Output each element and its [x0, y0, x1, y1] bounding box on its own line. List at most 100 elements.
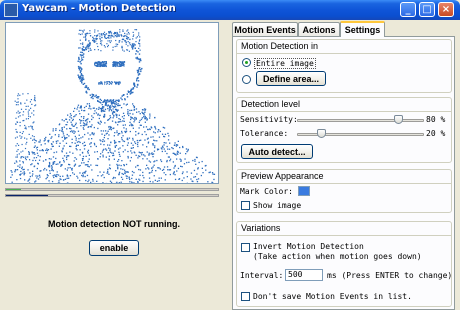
motion-dot: [131, 177, 133, 180]
motion-dot: [33, 157, 35, 159]
motion-dot: [91, 132, 93, 134]
motion-dot: [69, 145, 71, 147]
motion-dot: [56, 171, 58, 173]
motion-dot: [22, 150, 24, 152]
interval-input[interactable]: 500: [285, 269, 323, 281]
motion-dot: [17, 116, 20, 118]
minimize-button[interactable]: _: [400, 2, 416, 17]
motion-dot: [185, 148, 188, 150]
motion-dot: [116, 35, 118, 38]
motion-dot: [94, 62, 96, 64]
motion-dot: [45, 159, 47, 161]
motion-dot: [22, 131, 24, 133]
motion-dot: [101, 36, 103, 39]
motion-dot: [77, 60, 79, 62]
motion-dot: [190, 178, 192, 180]
motion-dot: [93, 126, 95, 129]
motion-dot: [121, 95, 123, 97]
motion-dot: [107, 107, 109, 110]
motion-dot: [83, 116, 85, 118]
motion-dot: [73, 110, 75, 112]
variations-group: Variations Invert Motion Detection (Take…: [236, 221, 452, 307]
motion-dot: [16, 169, 19, 171]
motion-dot: [51, 169, 54, 171]
motion-dot: [180, 159, 182, 161]
motion-dot: [81, 174, 83, 177]
motion-dot: [110, 141, 112, 143]
motion-dot: [74, 163, 77, 165]
motion-dot: [163, 127, 166, 129]
tolerance-slider-thumb[interactable]: [317, 129, 327, 138]
motion-dot: [24, 124, 26, 127]
tolerance-slider-track[interactable]: [297, 133, 424, 136]
motion-dot: [117, 83, 119, 85]
motion-dot: [125, 163, 128, 166]
motion-dot: [143, 177, 145, 179]
yawcam-app-icon: [4, 3, 18, 17]
motion-dot: [82, 175, 84, 178]
motion-dot: [21, 167, 23, 170]
motion-dot: [163, 166, 166, 168]
motion-dot: [31, 127, 33, 129]
motion-dot: [118, 133, 120, 135]
motion-dot: [92, 94, 95, 96]
tab-motion-events[interactable]: Motion Events: [232, 22, 298, 36]
motion-dot: [28, 179, 30, 181]
motion-dot: [154, 146, 156, 149]
motion-dot: [100, 130, 102, 132]
sensitivity-slider-track[interactable]: [297, 119, 424, 122]
motion-dot: [141, 111, 143, 113]
entire-image-radio[interactable]: [242, 58, 251, 67]
motion-dot: [109, 125, 111, 128]
motion-dot: [112, 99, 115, 101]
motion-dot: [153, 161, 155, 163]
auto-detect-button[interactable]: Auto detect...: [241, 144, 313, 159]
maximize-button[interactable]: □: [419, 2, 435, 17]
motion-dot: [116, 163, 118, 166]
motion-dot: [62, 133, 65, 135]
dont-save-events-checkbox[interactable]: [241, 292, 250, 301]
motion-dot: [103, 31, 106, 33]
motion-dot: [51, 145, 53, 148]
invert-motion-checkbox[interactable]: [241, 243, 250, 252]
tab-settings[interactable]: Settings: [340, 21, 385, 37]
motion-dot: [32, 173, 34, 175]
motion-dot: [83, 128, 85, 130]
motion-dot: [134, 141, 136, 143]
entire-image-label[interactable]: Entire image: [254, 58, 316, 69]
motion-dot: [79, 141, 81, 144]
motion-dot: [124, 169, 126, 171]
motion-dot: [35, 147, 38, 149]
mark-color-swatch[interactable]: [298, 186, 310, 196]
motion-dot: [126, 177, 128, 179]
motion-dot: [52, 141, 54, 143]
tab-actions[interactable]: Actions: [298, 22, 340, 36]
motion-dot: [14, 100, 16, 102]
define-area-button[interactable]: Define area...: [256, 71, 326, 86]
motion-dot: [39, 139, 41, 141]
motion-dot: [88, 158, 90, 160]
title-bar[interactable]: Yawcam - Motion Detection _ □ ×: [0, 0, 460, 20]
define-area-radio[interactable]: [242, 75, 251, 84]
motion-dot: [81, 57, 83, 59]
close-button[interactable]: ×: [438, 2, 454, 17]
motion-dot: [122, 135, 124, 137]
motion-dot: [131, 181, 133, 183]
motion-dot: [57, 140, 59, 142]
motion-dot: [112, 127, 114, 130]
motion-dot: [93, 107, 95, 109]
motion-dot: [134, 119, 136, 121]
show-image-checkbox[interactable]: [241, 201, 250, 210]
enable-button[interactable]: enable: [89, 240, 139, 256]
motion-dot: [32, 139, 34, 141]
motion-dot: [149, 180, 151, 183]
sensitivity-slider-thumb[interactable]: [393, 115, 403, 124]
motion-dot: [105, 130, 107, 132]
motion-dot: [85, 47, 87, 49]
motion-dot: [30, 107, 32, 109]
motion-dot: [44, 167, 46, 170]
motion-dot: [51, 166, 53, 168]
motion-dot: [92, 36, 94, 39]
motion-dot: [107, 144, 109, 146]
motion-dot: [100, 65, 102, 67]
